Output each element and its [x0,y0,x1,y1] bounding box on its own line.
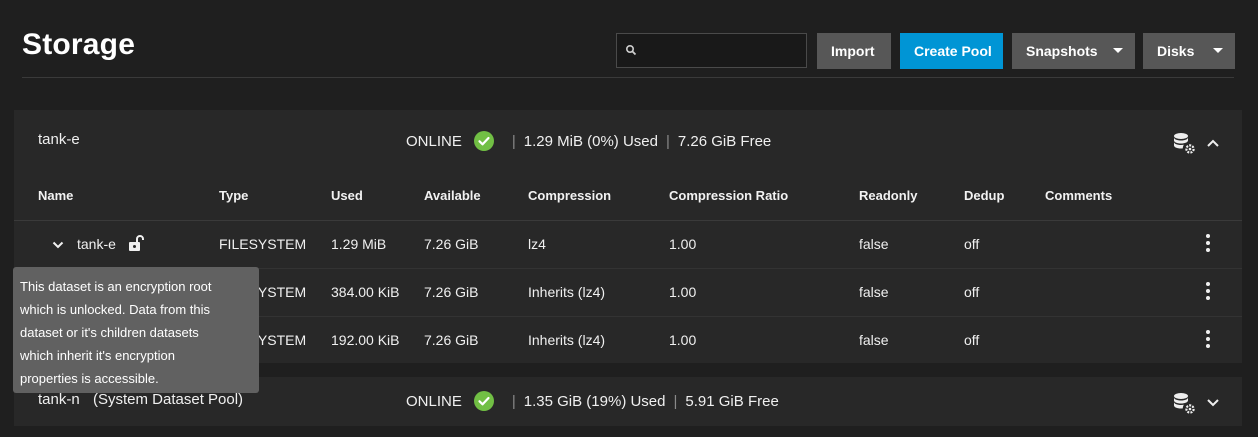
dataset-name: tank-e [77,236,116,252]
dataset-compression: Inherits (lz4) [528,332,606,348]
pool-used: 1.35 GiB (19%) Used [523,392,666,410]
dataset-type: FILESYSTEM [219,236,307,252]
separator: | [665,132,670,150]
column-header[interactable]: Comments [1045,188,1112,203]
search-icon [625,44,637,56]
pool-settings-icon[interactable] [1172,391,1196,415]
column-header[interactable]: Compression Ratio [669,188,788,203]
dataset-available: 7.26 GiB [424,236,479,252]
dataset-dedup: off [964,284,980,300]
dataset-available: 7.26 GiB [424,332,479,348]
separator: | [511,392,516,410]
caret-down-icon [1213,48,1223,53]
pool-subtitle: (System Dataset Pool) [93,391,244,408]
dataset-readonly: false [859,284,889,300]
import-button-label: Import [831,43,875,59]
pool-status-bar: ONLINE | 1.35 GiB (19%) Used | 5.91 GiB … [406,391,779,411]
dataset-table-header: Name Type Used Available Compression Com… [14,172,1242,221]
pool-name: tank-e [38,131,80,148]
column-header[interactable]: Available [424,188,481,203]
pool-status-bar: ONLINE | 1.29 MiB (0%) Used | 7.26 GiB F… [406,131,771,151]
dataset-used: 192.00 KiB [331,332,400,348]
dataset-compression-ratio: 1.00 [669,236,697,252]
column-header[interactable]: Used [331,188,363,203]
column-header[interactable]: Readonly [859,188,918,203]
import-button[interactable]: Import [817,33,891,69]
search-box[interactable] [616,33,807,69]
column-header[interactable]: Type [219,188,248,203]
snapshots-button[interactable]: Snapshots [1012,33,1135,69]
dataset-used: 1.29 MiB [331,236,387,252]
unlocked-lock-icon[interactable] [128,234,144,252]
tooltip-line: dataset or it's children datasets [20,325,199,340]
pool-status: ONLINE [406,392,462,410]
pool-status: ONLINE [406,132,462,150]
column-header[interactable]: Compression [528,188,611,203]
dataset-readonly: false [859,332,889,348]
caret-down-icon [1113,48,1123,53]
chevron-down-icon[interactable] [52,239,64,251]
tooltip-line: which inherit it's encryption [20,348,175,363]
dataset-compression-ratio: 1.00 [669,284,697,300]
snapshots-button-label: Snapshots [1026,43,1098,59]
pool-free: 7.26 GiB Free [677,132,772,150]
title-divider [22,77,1234,78]
check-circle-icon [473,131,494,151]
chevron-down-icon[interactable] [1206,396,1220,410]
search-input[interactable] [643,34,807,69]
separator: | [673,392,678,410]
disks-button[interactable]: Disks [1143,33,1235,69]
dataset-dedup: off [964,236,980,252]
dataset-dedup: off [964,332,980,348]
separator: | [511,132,516,150]
more-vert-icon[interactable] [1206,330,1210,348]
dataset-available: 7.26 GiB [424,284,479,300]
pool-header[interactable]: tank-e ONLINE | 1.29 MiB (0%) Used | 7.2… [14,110,1242,170]
dataset-readonly: false [859,236,889,252]
pool-name: tank-n [38,391,80,408]
tooltip-line: This dataset is an encryption root [20,279,212,294]
page-title: Storage [22,28,136,61]
encryption-tooltip: This dataset is an encryption root which… [13,267,259,393]
dataset-compression-ratio: 1.00 [669,332,697,348]
create-pool-button[interactable]: Create Pool [900,33,1003,69]
chevron-up-icon[interactable] [1206,136,1220,150]
dataset-compression: lz4 [528,236,546,252]
check-circle-icon [473,391,494,411]
tooltip-line: properties is accessible. [20,371,159,386]
disks-button-label: Disks [1157,43,1195,59]
more-vert-icon[interactable] [1206,234,1210,252]
column-header[interactable]: Dedup [964,188,1004,203]
dataset-used: 384.00 KiB [331,284,400,300]
pool-settings-icon[interactable] [1172,131,1196,155]
pool-free: 5.91 GiB Free [685,392,779,410]
pool-used: 1.29 MiB (0%) Used [523,132,658,150]
more-vert-icon[interactable] [1206,282,1210,300]
tooltip-line: which is unlocked. Data from this [20,302,211,317]
dataset-compression: Inherits (lz4) [528,284,606,300]
column-header[interactable]: Name [38,188,73,203]
create-pool-button-label: Create Pool [914,43,992,59]
table-row[interactable]: tank-e FILESYSTEM 1.29 MiB 7.26 GiB lz4 … [14,220,1242,269]
